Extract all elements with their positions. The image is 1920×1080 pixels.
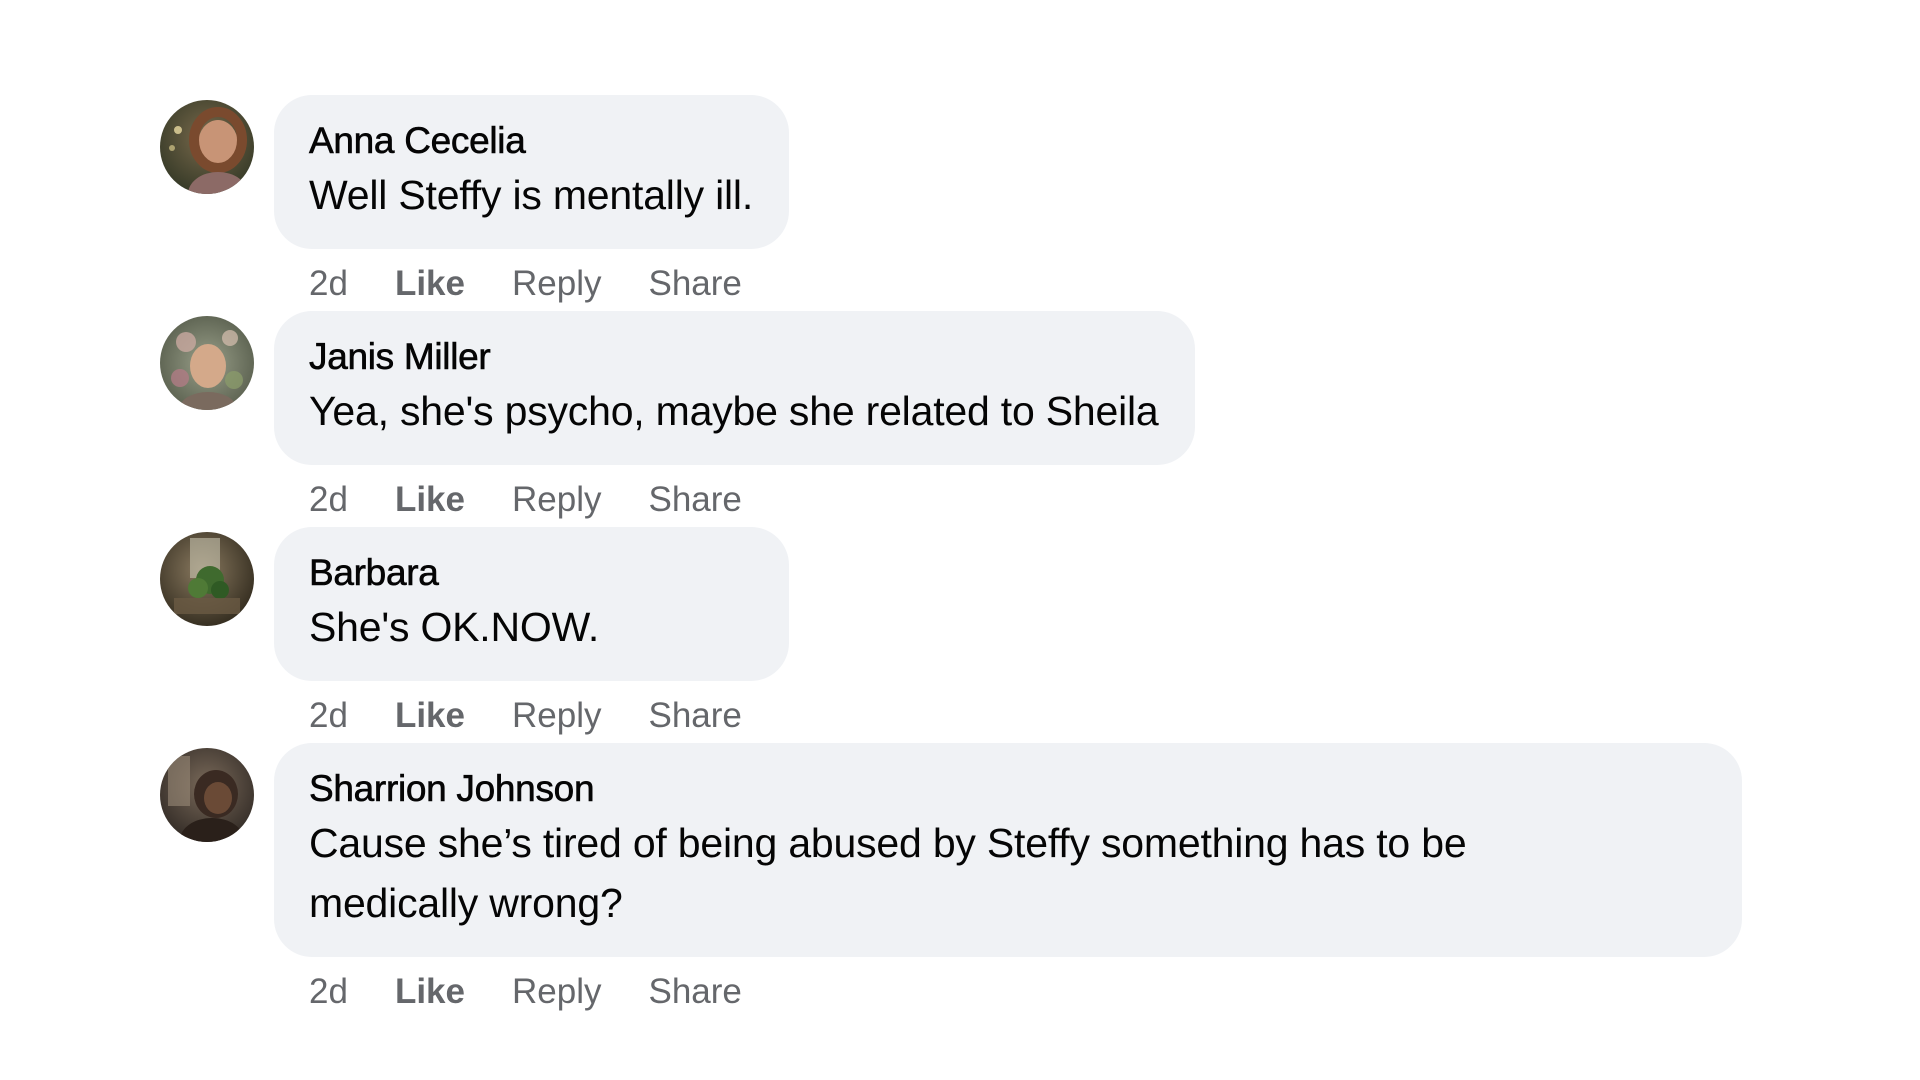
comment-text: Well Steffy is mentally ill. bbox=[309, 172, 754, 218]
avatar[interactable] bbox=[160, 532, 254, 626]
comment-timestamp[interactable]: 2d bbox=[309, 480, 348, 520]
comment-bubble: Janis Miller Yea, she's psycho, maybe sh… bbox=[274, 311, 1195, 465]
comment-text: She's OK.NOW. bbox=[309, 604, 600, 650]
avatar[interactable] bbox=[160, 100, 254, 194]
comment-actions: 2d Like Reply Share bbox=[309, 967, 1742, 1017]
reply-button[interactable]: Reply bbox=[512, 972, 601, 1012]
like-button[interactable]: Like bbox=[395, 264, 465, 304]
comment-actions: 2d Like Reply Share bbox=[309, 475, 1195, 525]
like-button[interactable]: Like bbox=[395, 696, 465, 736]
comment-bubble: Anna Cecelia Well Steffy is mentally ill… bbox=[274, 95, 790, 249]
comment-text: Cause she’s tired of being abused by Ste… bbox=[309, 820, 1467, 926]
share-button[interactable]: Share bbox=[648, 480, 741, 520]
avatar[interactable] bbox=[160, 316, 254, 410]
comment-text: Yea, she's psycho, maybe she related to … bbox=[309, 388, 1159, 434]
comment: Janis Miller Yea, she's psycho, maybe sh… bbox=[160, 311, 1195, 525]
comment-author[interactable]: Sharrion Johnson bbox=[309, 767, 1706, 811]
avatar-image bbox=[160, 100, 254, 194]
comment-actions: 2d Like Reply Share bbox=[309, 259, 789, 309]
comment: Anna Cecelia Well Steffy is mentally ill… bbox=[160, 95, 790, 309]
comment-bubble: Barbara She's OK.NOW. bbox=[274, 527, 789, 681]
comment-author[interactable]: Barbara bbox=[309, 551, 753, 595]
comment-timestamp[interactable]: 2d bbox=[309, 972, 348, 1012]
share-button[interactable]: Share bbox=[648, 972, 741, 1012]
reply-button[interactable]: Reply bbox=[512, 264, 601, 304]
comment: Barbara She's OK.NOW. 2d Like Reply Shar… bbox=[160, 527, 789, 741]
comment-author[interactable]: Anna Cecelia bbox=[309, 119, 753, 163]
avatar-image bbox=[160, 532, 254, 626]
comment-timestamp[interactable]: 2d bbox=[309, 696, 348, 736]
comment-timestamp[interactable]: 2d bbox=[309, 264, 348, 304]
like-button[interactable]: Like bbox=[395, 480, 465, 520]
comment-bubble: Sharrion Johnson Cause she’s tired of be… bbox=[274, 743, 1742, 957]
reply-button[interactable]: Reply bbox=[512, 696, 601, 736]
avatar-image bbox=[160, 748, 254, 842]
avatar[interactable] bbox=[160, 748, 254, 842]
comment-actions: 2d Like Reply Share bbox=[309, 691, 789, 741]
comment-author[interactable]: Janis Miller bbox=[309, 335, 1159, 379]
share-button[interactable]: Share bbox=[648, 696, 741, 736]
comment-thread: Anna Cecelia Well Steffy is mentally ill… bbox=[160, 0, 1860, 1080]
share-button[interactable]: Share bbox=[648, 264, 741, 304]
reply-button[interactable]: Reply bbox=[512, 480, 601, 520]
comment: Sharrion Johnson Cause she’s tired of be… bbox=[160, 743, 1742, 1017]
avatar-image bbox=[160, 316, 254, 410]
like-button[interactable]: Like bbox=[395, 972, 465, 1012]
